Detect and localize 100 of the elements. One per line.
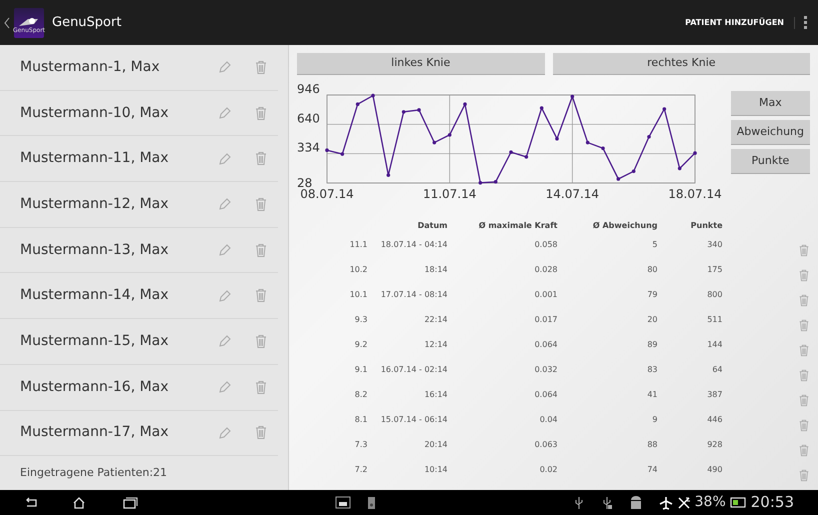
column-header: Datum — [416, 220, 448, 232]
delete-icon[interactable] — [254, 242, 268, 258]
usb-debug-icon — [600, 496, 613, 510]
delete-icon[interactable] — [798, 269, 810, 282]
table-cell: 18:14 — [424, 265, 448, 274]
delete-icon[interactable] — [254, 334, 268, 349]
patient-name: Mustermann-17, Max — [20, 423, 170, 442]
data-point — [478, 181, 482, 185]
delete-icon[interactable] — [798, 319, 810, 332]
edit-icon[interactable] — [218, 288, 232, 303]
device-icon[interactable] — [366, 496, 376, 510]
table-cell: 22:14 — [424, 315, 448, 324]
back-icon[interactable] — [24, 496, 38, 508]
table-cell: 511 — [707, 315, 722, 324]
delete-icon[interactable] — [798, 394, 810, 407]
table-cell: 10.2 — [350, 265, 368, 274]
edit-icon[interactable] — [218, 197, 232, 212]
delete-icon[interactable] — [798, 294, 810, 307]
y-tick-label: 334 — [296, 140, 320, 155]
back-icon[interactable] — [4, 16, 10, 30]
delete-icon[interactable] — [254, 151, 268, 166]
table-cell: 446 — [707, 415, 722, 424]
data-point — [662, 107, 666, 111]
table-cell: 387 — [707, 390, 722, 399]
delete-icon[interactable] — [254, 380, 268, 395]
patient-list-item[interactable]: Mustermann-1, Max — [0, 45, 278, 91]
home-icon[interactable] — [72, 496, 86, 510]
data-point — [448, 133, 452, 137]
table-cell: 8.2 — [354, 390, 368, 399]
x-tick-label: 11.07.14 — [422, 187, 476, 201]
chart-mode-button[interactable]: Punkte — [730, 149, 810, 174]
table-cell: 7.3 — [354, 440, 368, 449]
table-cell: 79 — [647, 290, 658, 299]
patient-list-item[interactable]: Mustermann-11, Max — [0, 136, 278, 182]
table-cell: 9 — [652, 415, 658, 424]
add-patient-button[interactable]: PATIENT HINZUFÜGEN — [675, 16, 795, 28]
table-cell: 0.04 — [540, 415, 558, 424]
knee-tab[interactable]: linkes Knie — [296, 53, 545, 75]
delete-icon[interactable] — [254, 60, 268, 75]
battery-percent: 38% — [694, 493, 726, 512]
table-cell: 0.028 — [534, 265, 558, 274]
table-cell: 5 — [652, 240, 658, 249]
table-cell: 8.1 — [354, 415, 368, 424]
patient-list-item[interactable]: Mustermann-17, Max — [0, 410, 278, 456]
table-cell: 88 — [647, 440, 658, 449]
window-icon[interactable] — [334, 496, 351, 508]
table-cell: 18.07.14 - 04:14 — [380, 240, 448, 249]
table-cell: 64 — [712, 365, 722, 374]
overflow-menu-icon[interactable] — [803, 16, 808, 29]
edit-icon[interactable] — [218, 60, 232, 74]
data-point — [416, 108, 421, 112]
recent-apps-icon[interactable] — [122, 496, 138, 508]
delete-icon[interactable] — [254, 106, 268, 121]
delete-icon[interactable] — [798, 444, 810, 457]
table-cell: 0.058 — [534, 240, 558, 249]
y-tick-label: 28 — [296, 176, 312, 190]
edit-icon[interactable] — [218, 426, 232, 440]
data-point — [586, 140, 590, 144]
delete-icon[interactable] — [798, 369, 810, 382]
table-cell: 20 — [647, 315, 658, 324]
patient-list-item[interactable]: Mustermann-10, Max — [0, 90, 278, 136]
edit-icon[interactable] — [218, 243, 232, 258]
edit-icon[interactable] — [218, 334, 232, 348]
edit-icon[interactable] — [218, 380, 232, 394]
patient-list-item[interactable]: Mustermann-12, Max — [0, 182, 278, 228]
patient-list-item[interactable]: Mustermann-13, Max — [0, 228, 278, 274]
patient-list-item[interactable]: Mustermann-14, Max — [0, 273, 278, 320]
table-cell: 0.064 — [534, 390, 558, 399]
table-cell: 175 — [707, 265, 722, 274]
table-cell: 41 — [647, 390, 658, 399]
data-point — [600, 146, 605, 150]
table-cell: 10:14 — [424, 465, 448, 474]
x-tick-label: 08.07.14 — [300, 187, 354, 201]
edit-icon[interactable] — [218, 106, 232, 120]
battery-icon — [730, 496, 747, 509]
patient-list-item[interactable]: Mustermann-15, Max — [0, 319, 278, 365]
delete-icon[interactable] — [798, 344, 810, 357]
x-tick-label: 14.07.14 — [545, 187, 599, 201]
y-tick-label: 946 — [296, 83, 320, 96]
clock-time: 20:53 — [750, 492, 794, 514]
edit-icon[interactable] — [218, 152, 232, 166]
delete-icon[interactable] — [798, 469, 810, 482]
data-point — [678, 166, 682, 170]
delete-icon[interactable] — [798, 244, 810, 257]
chart-mode-button[interactable]: Abweichung — [730, 120, 810, 145]
delete-icon[interactable] — [798, 419, 810, 432]
knee-tab[interactable]: rechtes Knie — [552, 53, 810, 75]
data-point — [402, 110, 406, 114]
chart-mode-button[interactable]: Max — [730, 91, 810, 116]
data-point — [386, 173, 390, 177]
patient-list-item[interactable]: Mustermann-16, Max — [0, 364, 278, 410]
data-point — [432, 140, 436, 144]
delete-icon[interactable] — [254, 288, 268, 304]
data-point — [692, 151, 697, 155]
delete-icon[interactable] — [254, 196, 268, 212]
delete-icon[interactable] — [254, 425, 268, 440]
data-point — [632, 170, 636, 174]
patient-name: Mustermann-1, Max — [20, 58, 161, 77]
table-cell: 0.064 — [534, 340, 558, 349]
no-signal-icon — [676, 496, 691, 510]
